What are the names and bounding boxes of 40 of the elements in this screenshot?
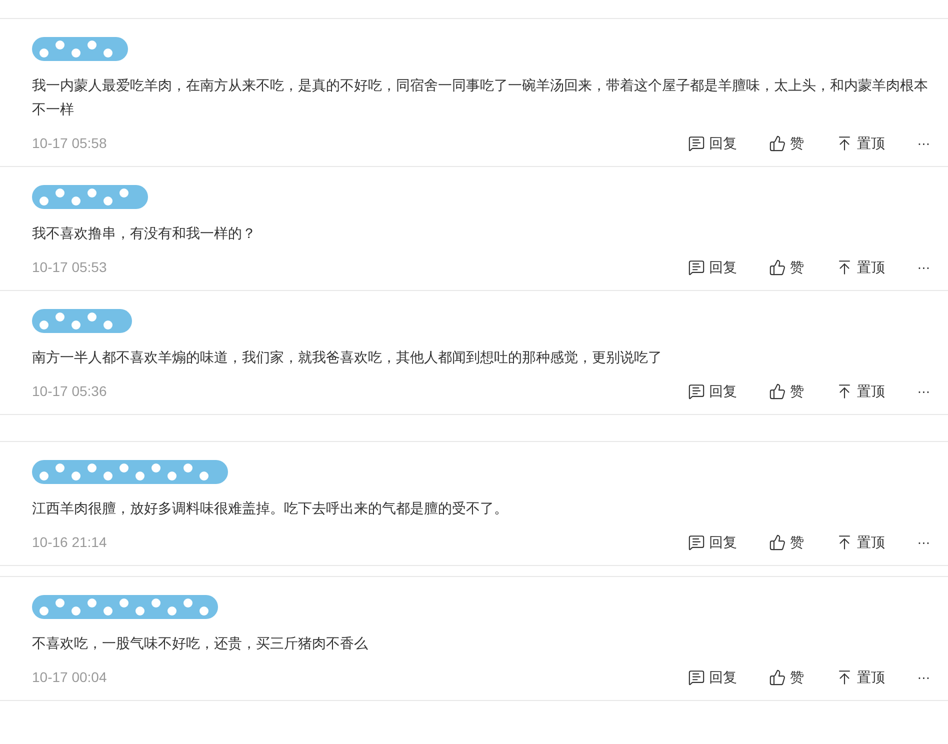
more-button[interactable]: ···	[917, 667, 930, 688]
reply-button[interactable]: 回复	[688, 381, 738, 402]
more-button[interactable]: ···	[917, 257, 930, 278]
like-button[interactable]: 赞	[769, 257, 804, 278]
like-button[interactable]: 赞	[769, 133, 804, 154]
like-button[interactable]: 赞	[769, 532, 804, 553]
comment-icon	[688, 534, 706, 551]
thumbs-up-icon	[769, 259, 786, 276]
comment-text: 我一内蒙人最爱吃羊肉，在南方从来不吃，是真的不好吃，同宿舍一同事吃了一碗羊汤回来，带着这个屋子都是羊膻味，太上头，和内蒙羊肉根本不一样	[32, 76, 929, 119]
comment-time: 10-17 05:36	[32, 382, 108, 401]
like-button[interactable]: 赞	[769, 667, 804, 688]
comment-time: 10-17 00:04	[32, 668, 108, 687]
comment-time: 10-17 05:58	[32, 134, 108, 153]
pin-button[interactable]: 置顶	[836, 532, 886, 553]
pin-button[interactable]: 置顶	[836, 667, 886, 688]
thumbs-up-icon	[769, 135, 786, 152]
pin-button[interactable]: 置顶	[836, 257, 886, 278]
comment-text: 南方一半人都不喜欢羊煽的味道，我们家，就我爸喜欢吃，其他人都闻到想吐的那种感觉，更别说吃了	[32, 348, 663, 367]
comment-icon	[688, 259, 706, 276]
pin-button[interactable]: 置顶	[836, 381, 886, 402]
comment-time: 10-16 21:14	[32, 533, 108, 552]
comment-text: 江西羊肉很膻，放好多调料味很难盖掉。吃下去呼出来的气都是膻的受不了。	[32, 499, 509, 518]
comment-icon	[688, 383, 706, 400]
reply-button[interactable]: 回复	[688, 257, 738, 278]
reply-button[interactable]: 回复	[688, 532, 738, 553]
reply-button[interactable]: 回复	[688, 133, 738, 154]
comment-icon	[688, 135, 706, 152]
comment-icon	[688, 669, 706, 686]
like-button[interactable]: 赞	[769, 381, 804, 402]
comment-text: 我不喜欢撸串，有没有和我一样的？	[32, 224, 257, 243]
comment-text: 不喜欢吃，一股气味不好吃，还贵，买三斤猪肉不香么	[32, 634, 369, 653]
pin-button[interactable]: 置顶	[836, 133, 886, 154]
comment-time: 10-17 05:53	[32, 258, 108, 277]
thumbs-up-icon	[769, 383, 786, 400]
thumbs-up-icon	[769, 534, 786, 551]
reply-button[interactable]: 回复	[688, 667, 738, 688]
more-button[interactable]: ···	[917, 133, 930, 154]
more-button[interactable]: ···	[917, 532, 930, 553]
more-button[interactable]: ···	[917, 381, 930, 402]
thumbs-up-icon	[769, 669, 786, 686]
